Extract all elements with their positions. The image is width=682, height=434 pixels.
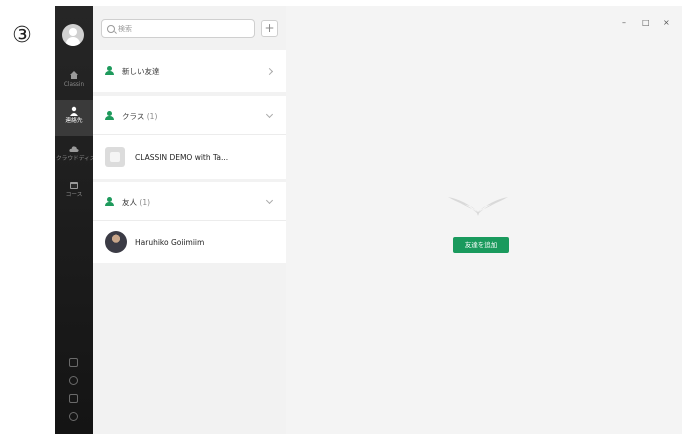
classes-count: (1) (146, 112, 158, 121)
add-friend-button[interactable]: 友達を追加 (453, 237, 509, 253)
person-icon (105, 197, 114, 206)
minimize-button[interactable]: – (622, 18, 626, 27)
group-icon (105, 111, 114, 120)
home-icon (69, 70, 79, 80)
class-avatar (105, 147, 125, 167)
add-button[interactable]: + (261, 20, 278, 37)
chevron-down-icon (265, 196, 274, 205)
classin-logo-icon (446, 194, 510, 224)
settings-icon[interactable] (69, 412, 78, 421)
friends-count: (1) (139, 198, 151, 207)
new-friends-row[interactable]: 新しい友達 (93, 50, 286, 92)
close-button[interactable]: × (663, 18, 670, 27)
question-icon[interactable] (69, 376, 78, 385)
chevron-down-icon (265, 110, 274, 119)
sidebar-item-cloud-disk[interactable]: クラウドディスク (55, 138, 102, 174)
sidebar-item-classin[interactable]: Classin (55, 64, 93, 100)
friend-name: Haruhiko Goiimiim (135, 238, 205, 247)
search-box[interactable] (101, 19, 255, 38)
cloud-icon (69, 144, 79, 154)
chevron-right-icon (265, 67, 274, 76)
sidebar-item-label: 連絡先 (65, 117, 83, 124)
classes-label: クラス (122, 112, 145, 121)
sidebar-item-label: Classin (63, 81, 85, 88)
sidebar-item-label: クラウドディスク (55, 155, 102, 162)
friend-avatar (105, 231, 127, 253)
app-window: Classin 連絡先 クラウドディスク コース 検索 + 新しい友達 クラス … (55, 6, 682, 434)
maximize-button[interactable]: □ (642, 18, 650, 27)
class-name: CLASSIN DEMO with Ta... (135, 153, 229, 162)
user-avatar[interactable] (62, 24, 84, 46)
main-content-area: – □ × 友達を追加 (286, 6, 682, 434)
contacts-icon (69, 106, 79, 116)
contacts-panel: + 新しい友達 クラス (1) CLASSIN DEMO with Ta... (93, 6, 286, 434)
friend-list-item[interactable]: Haruhiko Goiimiim (93, 221, 286, 263)
new-friend-icon (105, 66, 114, 75)
sidebar-item-contacts[interactable]: 連絡先 (55, 100, 93, 136)
sign-out-icon[interactable] (69, 358, 78, 367)
calendar-icon (69, 180, 79, 190)
friends-section-header[interactable]: 友人 (1) (93, 182, 286, 220)
step-number-marker: ③ (12, 23, 32, 48)
sidebar-item-label: コース (65, 191, 83, 198)
class-list-item[interactable]: CLASSIN DEMO with Ta... (93, 135, 286, 179)
left-sidebar: Classin 連絡先 クラウドディスク コース (55, 6, 102, 434)
message-icon[interactable] (69, 394, 78, 403)
search-icon (107, 25, 115, 33)
search-input[interactable] (118, 22, 248, 35)
classes-section-header[interactable]: クラス (1) (93, 96, 286, 134)
friends-label: 友人 (122, 198, 137, 207)
new-friends-label: 新しい友達 (122, 67, 160, 76)
sidebar-item-course[interactable]: コース (55, 174, 93, 210)
